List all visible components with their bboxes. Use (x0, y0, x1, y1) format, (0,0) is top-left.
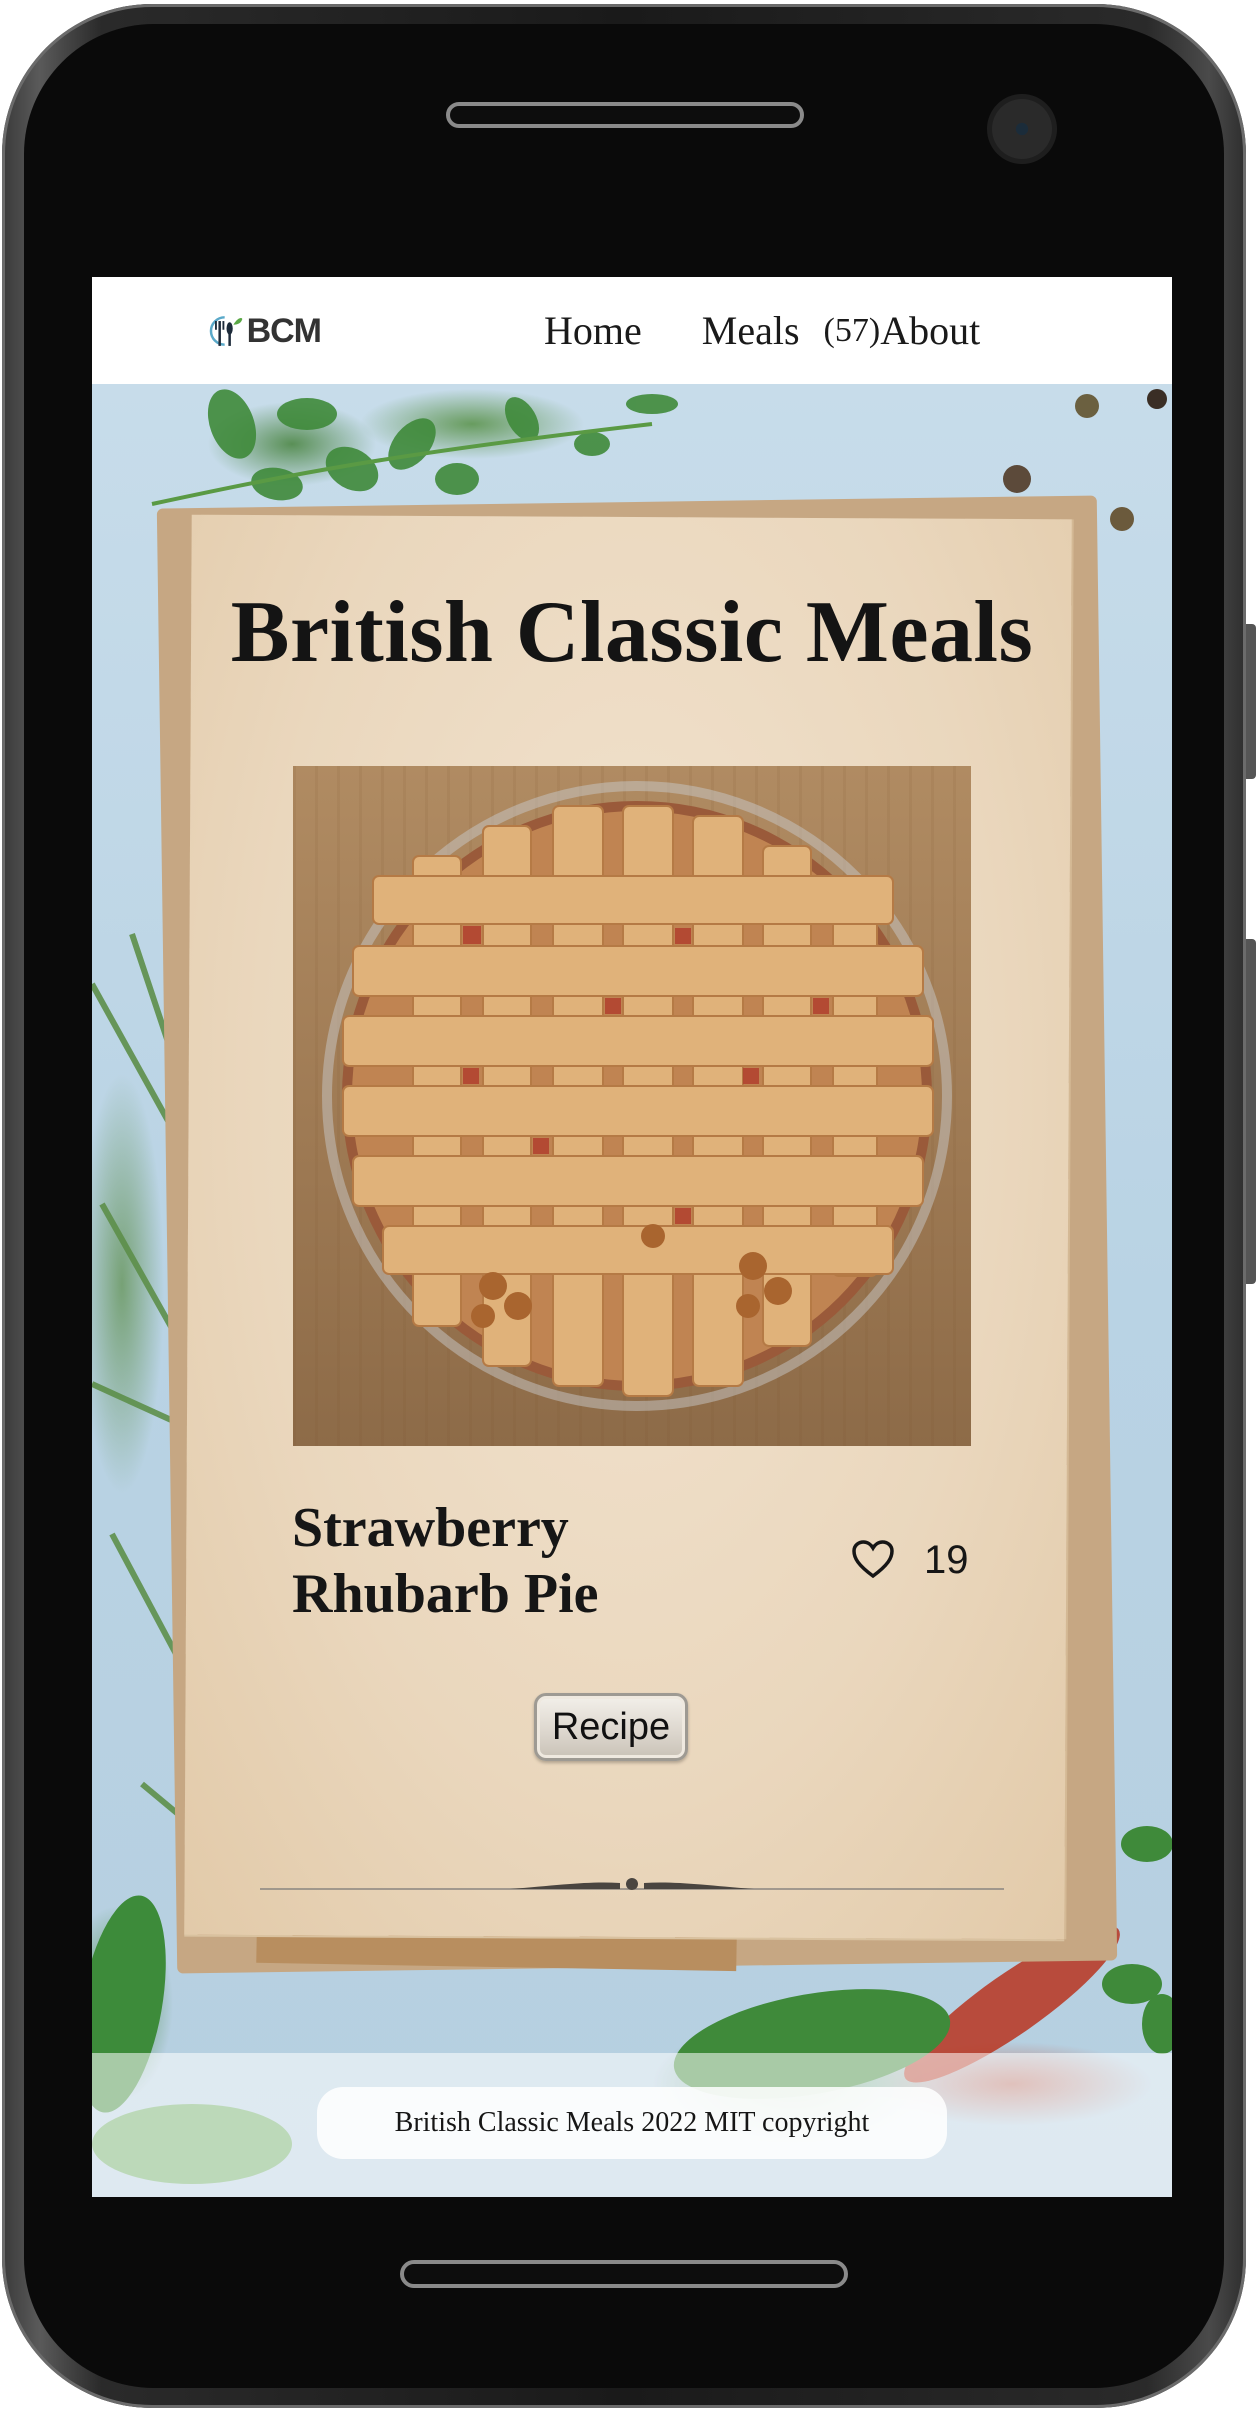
pie-illustration (322, 781, 952, 1411)
recipe-button[interactable]: Recipe (534, 1693, 688, 1761)
nav-meals-link[interactable]: Meals (702, 307, 800, 354)
footer-copyright: British Classic Meals 2022 MIT copyright (317, 2087, 947, 2159)
front-camera-icon (987, 94, 1057, 164)
nav-links: Home Meals (57) About (544, 277, 980, 384)
earpiece-speaker (446, 102, 804, 128)
meals-count-badge: (57) (823, 311, 881, 349)
heart-icon[interactable] (852, 1540, 894, 1580)
ornamental-divider (260, 1878, 1004, 1890)
site-logo[interactable]: BCM (206, 303, 322, 359)
meal-image[interactable] (293, 766, 971, 1446)
nav-home-link[interactable]: Home (544, 307, 642, 354)
power-button (1246, 939, 1256, 1284)
top-navbar: BCM Home Meals (57) About (92, 277, 1172, 384)
logo-text: BCM (246, 311, 322, 350)
footer: British Classic Meals 2022 MIT copyright (92, 2053, 1172, 2197)
volume-button (1246, 624, 1256, 779)
likes-counter: 19 (852, 1535, 969, 1585)
page-title: British Classic Meals (230, 584, 1034, 681)
screen: BCM Home Meals (57) About British Classi… (92, 277, 1172, 2197)
logo-icon (209, 316, 243, 346)
likes-count: 19 (924, 1537, 969, 1582)
nav-about-link[interactable]: About (880, 307, 980, 354)
bottom-speaker (400, 2260, 848, 2288)
phone-frame: BCM Home Meals (57) About British Classi… (2, 4, 1256, 2408)
meal-name: Strawberry Rhubarb Pie (292, 1497, 599, 1625)
